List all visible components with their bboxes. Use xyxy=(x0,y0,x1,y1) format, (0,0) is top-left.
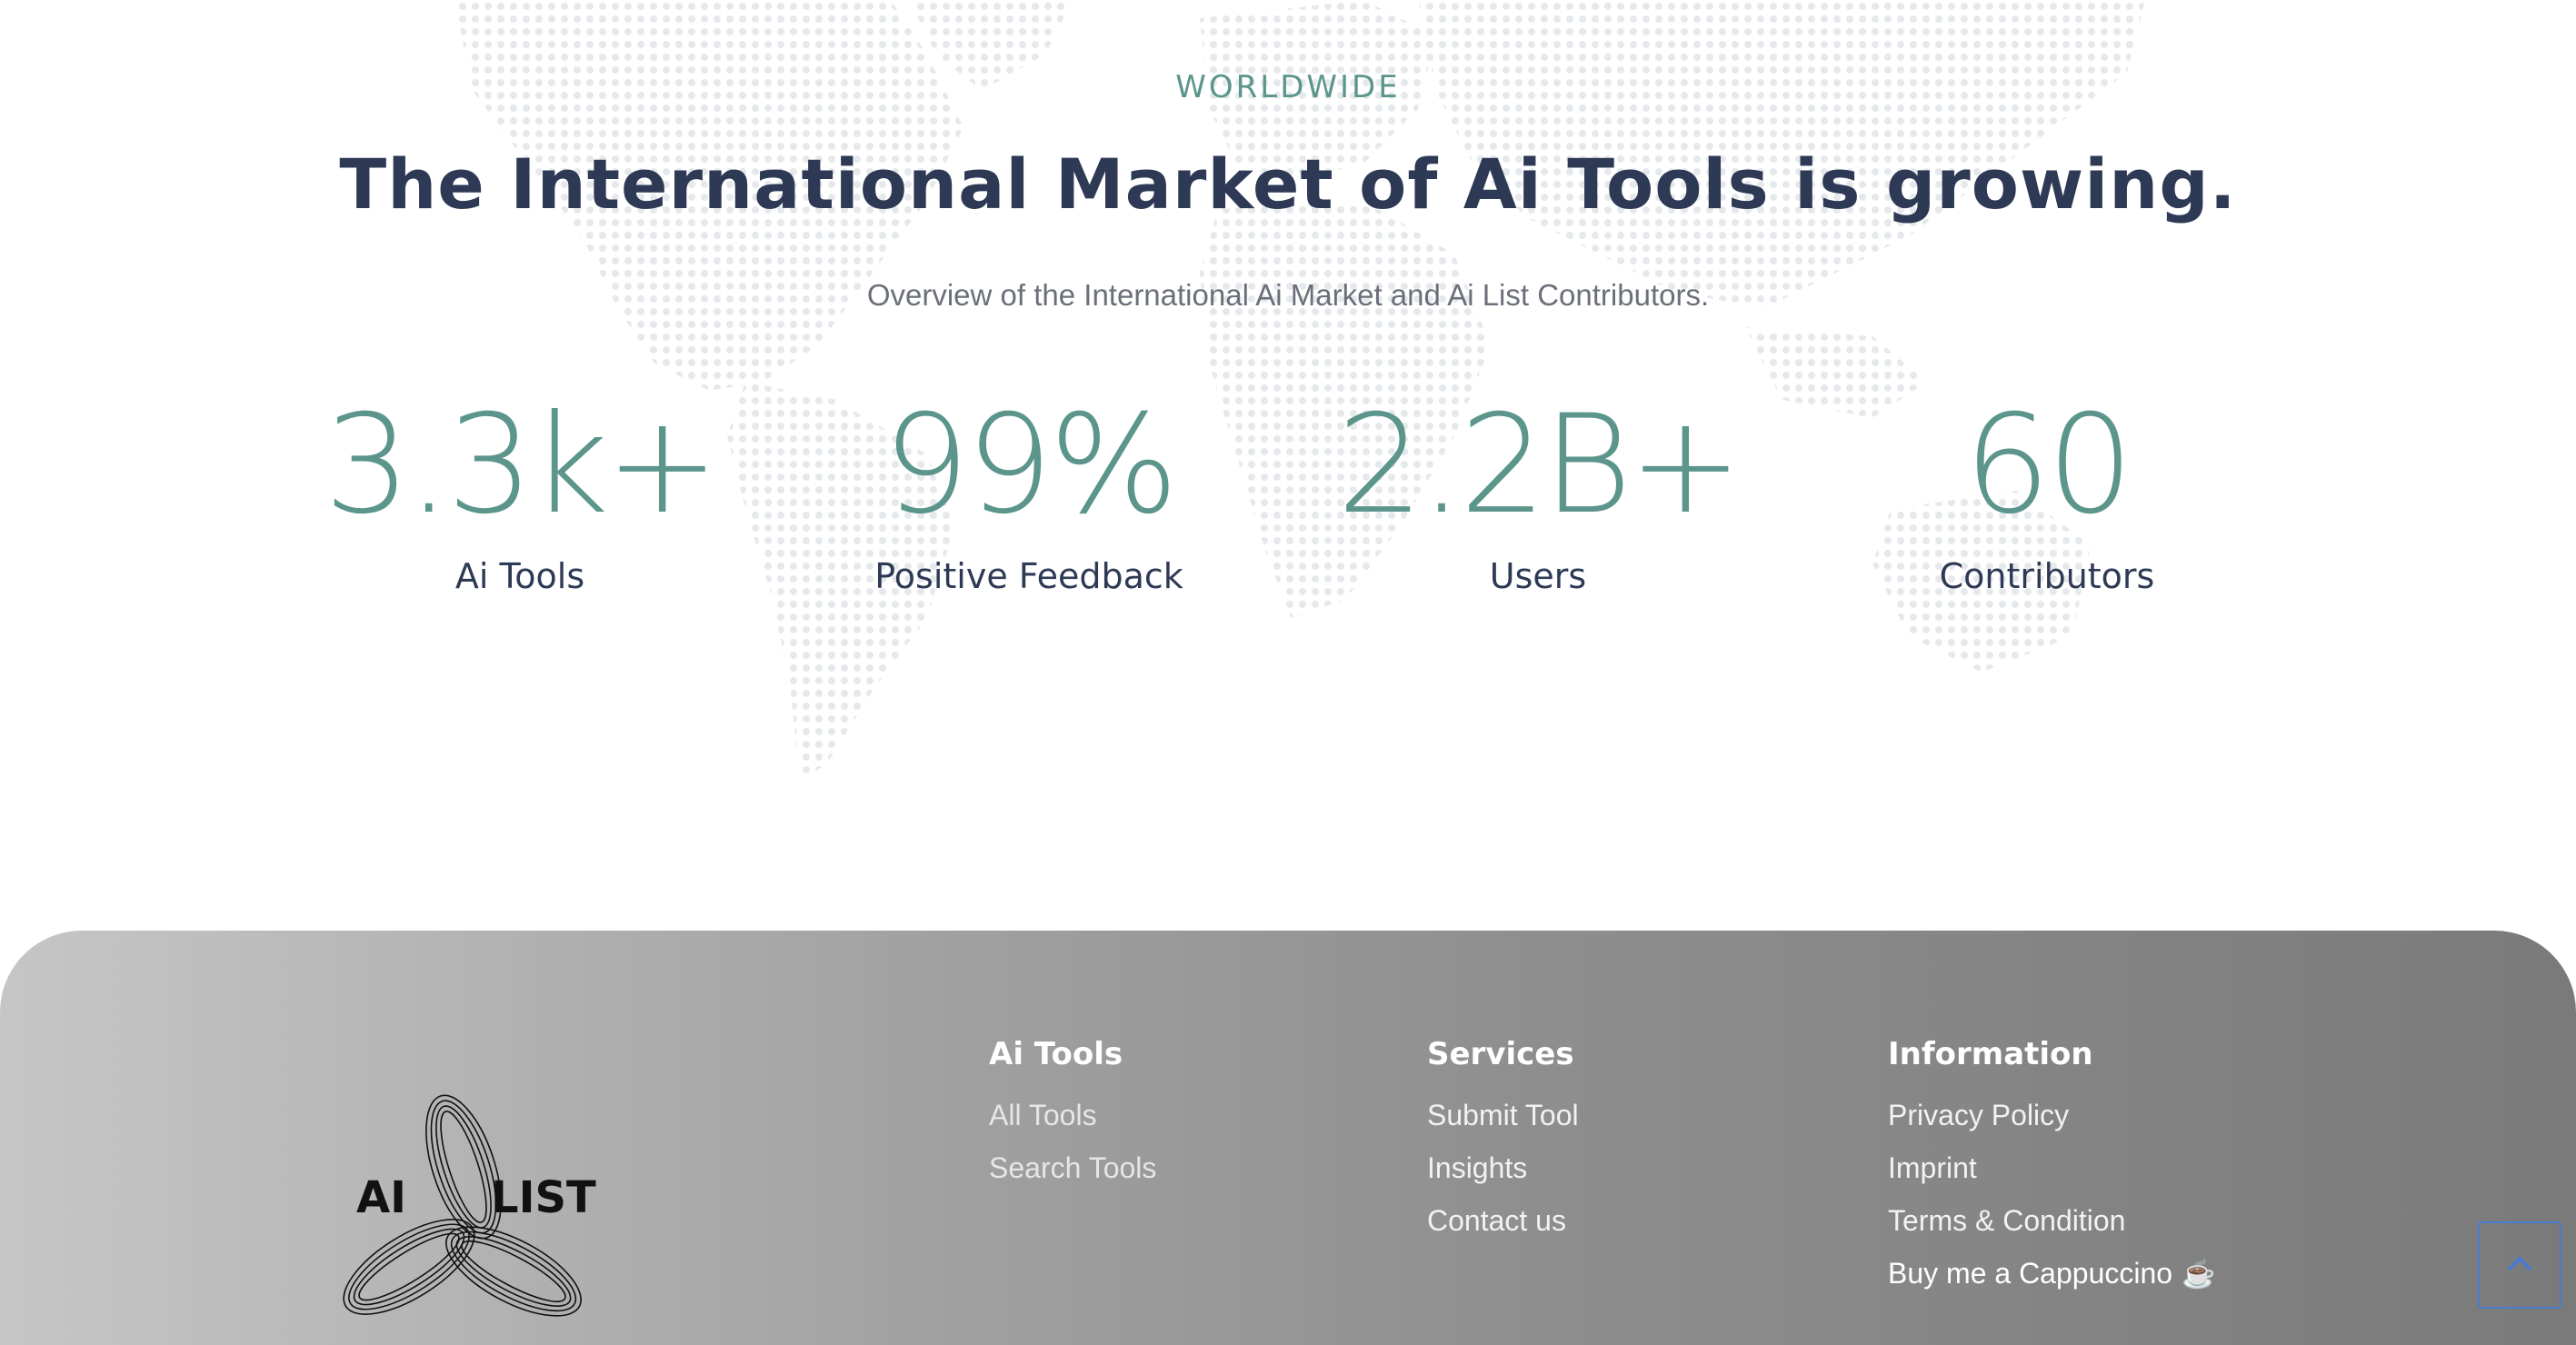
footer-heading: Ai Tools xyxy=(989,1036,1123,1072)
footer-link-contact-us[interactable]: Contact us xyxy=(1427,1194,1579,1247)
logo-text-list: LIST xyxy=(491,1172,596,1223)
section-eyebrow: WORLDWIDE xyxy=(1175,69,1401,105)
section-subtitle: Overview of the International Ai Market … xyxy=(866,278,1710,312)
footer-link-privacy-policy[interactable]: Privacy Policy xyxy=(1888,1089,2215,1141)
stat-ai-tools: 3.3k+ Ai Tools xyxy=(265,393,774,596)
stats-section: WORLDWIDE The International Market of Ai… xyxy=(0,0,2576,931)
footer-link-insights[interactable]: Insights xyxy=(1427,1141,1579,1194)
stat-label: Ai Tools xyxy=(454,556,585,596)
footer-column-services: Services Submit Tool Insights Contact us xyxy=(1427,1036,1579,1247)
stat-contributors: 60 Contributors xyxy=(1792,393,2301,596)
stat-value: 60 xyxy=(1963,386,2134,544)
section-headline: The International Market of Ai Tools is … xyxy=(339,144,2237,224)
ai-list-logo[interactable]: AI LIST xyxy=(327,1085,600,1345)
stat-label: Positive Feedback xyxy=(874,556,1183,596)
footer-link-buy-cappuccino[interactable]: Buy me a Cappuccino ☕ xyxy=(1888,1247,2215,1301)
site-footer: AI LIST Ai Tools All Tools Search Tools … xyxy=(0,931,2576,1345)
footer-link-terms[interactable]: Terms & Condition xyxy=(1888,1194,2215,1247)
chevron-up-icon xyxy=(2507,1255,2532,1270)
stat-users: 2.2B+ Users xyxy=(1283,393,1792,596)
footer-heading: Information xyxy=(1888,1036,2093,1072)
footer-link-imprint[interactable]: Imprint xyxy=(1888,1141,2215,1194)
footer-link-all-tools[interactable]: All Tools xyxy=(989,1089,1156,1141)
footer-heading: Services xyxy=(1427,1036,1574,1072)
stat-value: 2.2B+ xyxy=(1336,386,1742,544)
coffee-cup-icon: ☕ xyxy=(2182,1260,2216,1290)
footer-link-search-tools[interactable]: Search Tools xyxy=(989,1141,1156,1194)
stat-value: 99% xyxy=(883,386,1178,544)
footer-column-information: Information Privacy Policy Imprint Terms… xyxy=(1888,1036,2215,1301)
stat-label: Users xyxy=(1489,556,1587,596)
stat-positive-feedback: 99% Positive Feedback xyxy=(774,393,1283,596)
stat-value: 3.3k+ xyxy=(324,386,719,544)
footer-link-submit-tool[interactable]: Submit Tool xyxy=(1427,1089,1579,1141)
footer-link-label: Buy me a Cappuccino xyxy=(1888,1257,2173,1290)
stat-label: Contributors xyxy=(1939,556,2155,596)
back-to-top-button[interactable] xyxy=(2478,1221,2561,1309)
logo-text-ai: AI xyxy=(356,1172,406,1223)
footer-column-ai-tools: Ai Tools All Tools Search Tools xyxy=(989,1036,1156,1194)
page: WORLDWIDE The International Market of Ai… xyxy=(0,0,2576,1345)
